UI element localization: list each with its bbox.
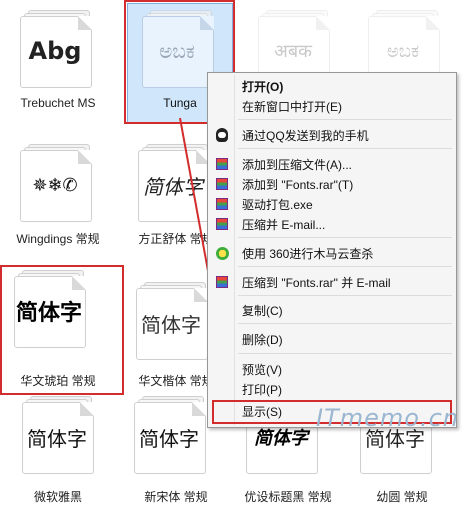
menu-separator xyxy=(238,353,452,354)
font-file-icon: 简体字 xyxy=(138,144,216,222)
font-name: Trebuchet MS xyxy=(20,96,96,110)
menu-item-add-archive[interactable]: 添加到压缩文件(A)... xyxy=(210,154,454,174)
menu-item-label: 在新窗口中打开(E) xyxy=(242,99,342,114)
menu-item-label: 复制(C) xyxy=(242,303,283,318)
menu-item-preview[interactable]: 预览(V) xyxy=(210,359,454,379)
font-file-icon: Abg xyxy=(20,10,98,88)
menu-separator xyxy=(238,237,452,238)
font-name: 新宋体 常规 xyxy=(144,490,208,504)
font-sample: ಅಬಕ xyxy=(159,39,195,63)
menu-item-open-new-window[interactable]: 在新窗口中打开(E) xyxy=(210,96,454,116)
font-sample: 简体字 xyxy=(143,174,203,199)
menu-separator xyxy=(238,295,452,296)
360-icon xyxy=(215,246,229,260)
menu-item-360-scan[interactable]: 使用 360进行木马云查杀 xyxy=(210,243,454,263)
font-name: Wingdings 常规 xyxy=(16,232,100,246)
menu-separator xyxy=(238,266,452,267)
font-file-icon: ✵❄✆ xyxy=(20,144,98,222)
menu-separator xyxy=(238,119,452,120)
menu-item-label: 压缩到 "Fonts.rar" 并 E-mail xyxy=(242,275,391,290)
menu-separator xyxy=(238,148,452,149)
menu-item-label: 预览(V) xyxy=(242,362,282,377)
font-tile-huawen-hupo[interactable]: 简体字 华文琥珀 常规 xyxy=(0,262,116,389)
menu-item-label: 使用 360进行木马云查杀 xyxy=(242,246,374,261)
menu-item-compress-fonts-email[interactable]: 压缩到 "Fonts.rar" 并 E-mail xyxy=(210,272,454,292)
menu-item-label: 驱动打包.exe xyxy=(242,197,313,212)
watermark-text: ITmemo.cn xyxy=(316,404,459,432)
font-sample: 简体字 xyxy=(139,426,199,451)
menu-item-label: 通过QQ发送到我的手机 xyxy=(242,128,369,143)
font-file-icon: 简体字 xyxy=(22,396,100,474)
menu-item-print[interactable]: 打印(P) xyxy=(210,379,454,399)
menu-item-delete[interactable]: 删除(D) xyxy=(210,329,454,349)
font-sample: 简体字 xyxy=(15,301,82,326)
font-name: 幼圆 常规 xyxy=(376,490,428,504)
winrar-icon xyxy=(216,178,228,190)
menu-item-compress-email[interactable]: 压缩并 E-mail... xyxy=(210,214,454,234)
menu-item-copy[interactable]: 复制(C) xyxy=(210,300,454,320)
font-sample: 简体字 xyxy=(27,426,87,451)
menu-item-add-fonts-rar[interactable]: 添加到 "Fonts.rar"(T) xyxy=(210,174,454,194)
font-file-icon: 简体字 xyxy=(14,270,92,348)
winrar-icon xyxy=(216,218,228,230)
menu-item-label: 删除(D) xyxy=(242,332,283,347)
font-file-icon: 简体字 xyxy=(136,282,214,360)
winrar-icon xyxy=(216,158,228,170)
menu-separator xyxy=(238,323,452,324)
winrar-icon xyxy=(216,198,228,210)
context-menu: 打开(O) 在新窗口中打开(E) 通过QQ发送到我的手机 添加到压缩文件(A).… xyxy=(207,72,457,428)
menu-item-label: 打印(P) xyxy=(242,382,282,397)
menu-item-qq-send[interactable]: 通过QQ发送到我的手机 xyxy=(210,125,454,145)
menu-item-open[interactable]: 打开(O) xyxy=(210,76,454,96)
font-sample: 简体字 xyxy=(141,312,201,337)
menu-item-label: 压缩并 E-mail... xyxy=(242,217,326,232)
winrar-icon xyxy=(216,276,228,288)
font-name: 优设标题黑 常规 xyxy=(244,490,332,504)
font-name: 微软雅黑 xyxy=(33,490,82,504)
menu-item-label: 打开(O) xyxy=(242,79,284,94)
menu-item-label: 显示(S) xyxy=(242,404,282,419)
font-sample: ✵❄✆ xyxy=(32,174,78,196)
font-file-icon: 简体字 xyxy=(134,396,212,474)
font-tile-weiruan-yahei[interactable]: 简体字 微软雅黑 xyxy=(0,388,116,515)
font-tile-wingdings[interactable]: ✵❄✆ Wingdings 常规 xyxy=(0,134,116,261)
menu-item-driver-pack[interactable]: 驱动打包.exe xyxy=(210,194,454,214)
menu-item-label: 添加到压缩文件(A)... xyxy=(242,157,352,172)
menu-item-label: 添加到 "Fonts.rar"(T) xyxy=(242,177,354,192)
font-sample: Abg xyxy=(28,37,82,65)
font-name: 华文琥珀 常规 xyxy=(20,374,96,388)
qq-icon xyxy=(216,128,228,142)
font-tile-trebuchet[interactable]: Abg Trebuchet MS xyxy=(0,0,116,127)
